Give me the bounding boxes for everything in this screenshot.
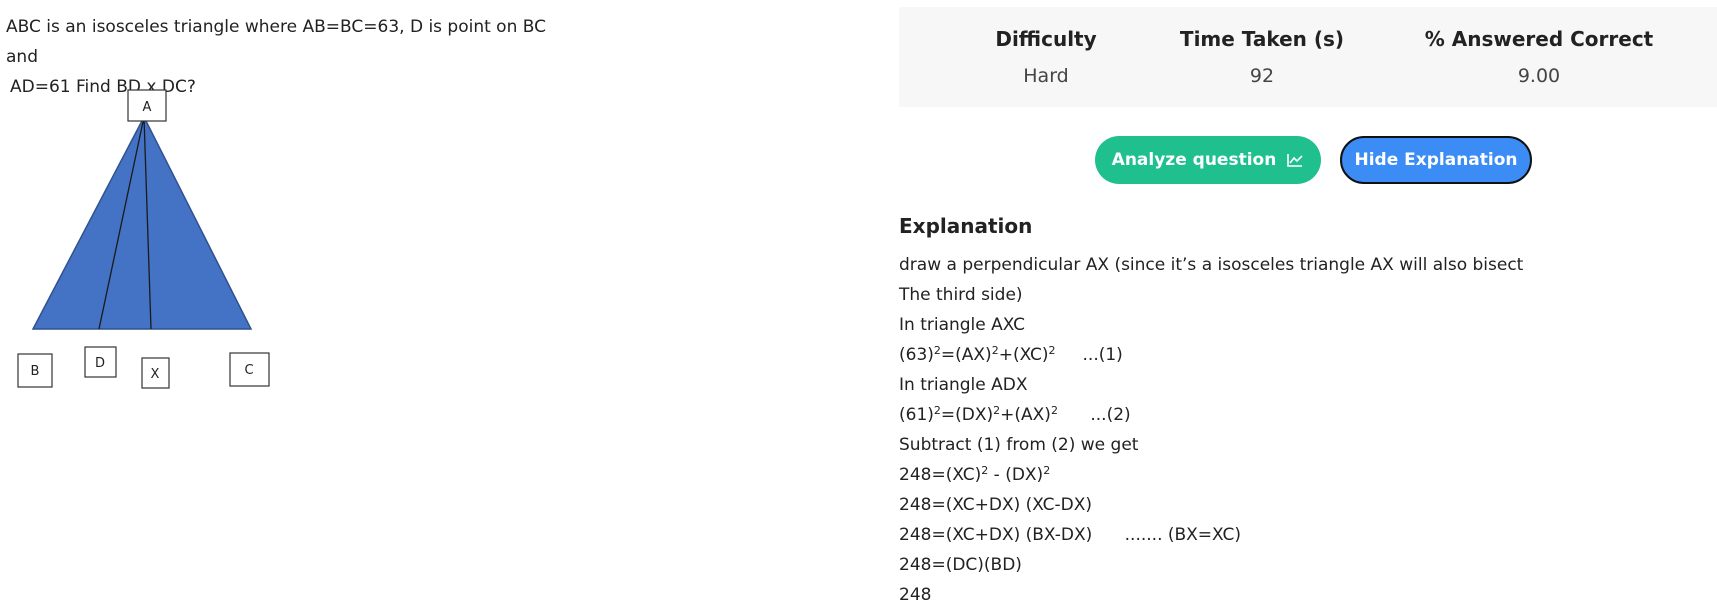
- svg-text:C: C: [244, 363, 253, 378]
- hide-explanation-button[interactable]: Hide Explanation: [1340, 136, 1532, 184]
- triangle-diagram: A B D X C: [17, 89, 270, 389]
- explanation-body: draw a perpendicular AX (since it’s a is…: [899, 250, 1679, 610]
- stat-answered-correct: % Answered Correct 9.00: [1399, 7, 1679, 87]
- explanation-line: The third side): [899, 285, 1023, 305]
- stat-header: % Answered Correct: [1424, 27, 1654, 51]
- label-x: X: [141, 357, 170, 389]
- analyze-question-button[interactable]: Analyze question: [1095, 136, 1321, 184]
- chart-line-icon: [1287, 154, 1303, 167]
- stat-header: Difficulty: [995, 27, 1097, 51]
- svg-text:A: A: [143, 100, 152, 115]
- stat-value: 9.00: [1517, 65, 1561, 87]
- explanation-line: 248=(XC+DX) (BX-DX) ....... (BX=XC): [899, 525, 1241, 545]
- label-a: A: [127, 89, 167, 122]
- explanation-line: Subtract (1) from (2) we get: [899, 435, 1139, 455]
- explanation-equation: (61)2=(DX)2+(AX)2 ...(2): [899, 404, 1131, 425]
- explanation-line: In triangle ADX: [899, 375, 1028, 395]
- explanation-line: 248=(XC+DX) (XC-DX): [899, 495, 1093, 515]
- stat-value: Hard: [1023, 65, 1069, 87]
- stat-difficulty: Difficulty Hard: [961, 7, 1131, 87]
- svg-text:X: X: [151, 367, 160, 382]
- svg-text:B: B: [31, 364, 40, 379]
- stat-value: 92: [1249, 65, 1275, 87]
- label-d: D: [84, 346, 117, 378]
- stats-panel: Difficulty Hard Time Taken (s) 92 % Answ…: [899, 7, 1717, 107]
- explanation-line: In triangle AXC: [899, 315, 1026, 335]
- label-c: C: [229, 352, 270, 387]
- stat-time-taken: Time Taken (s) 92: [1167, 7, 1357, 87]
- stat-header: Time Taken (s): [1179, 27, 1345, 51]
- question-line-1: ABC is an isosceles triangle where AB=BC…: [6, 17, 546, 67]
- explanation-title: Explanation: [899, 214, 1033, 238]
- explanation-line: 248: [899, 585, 932, 605]
- svg-text:D: D: [95, 356, 105, 371]
- label-b: B: [17, 353, 53, 388]
- explanation-equation: 248=(XC)2 - (DX)2: [899, 464, 1051, 485]
- analyze-question-label: Analyze question: [1111, 150, 1277, 170]
- explanation-equation: (63)2=(AX)2+(XC)2 ...(1): [899, 344, 1123, 365]
- explanation-line: draw a perpendicular AX (since it’s a is…: [899, 255, 1524, 275]
- explanation-line: 248=(DC)(BD): [899, 555, 1022, 575]
- triangle-shape: [31, 115, 253, 330]
